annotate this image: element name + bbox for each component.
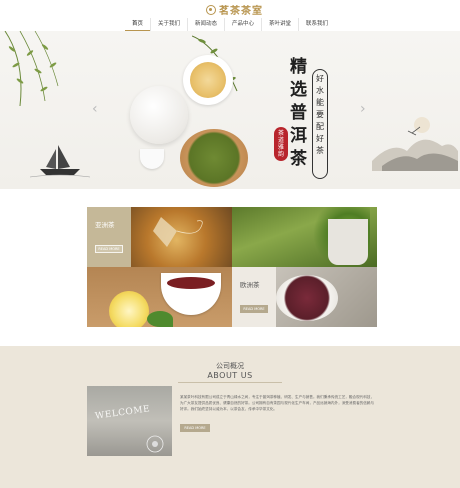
nav-item-news[interactable]: 新闻动态 [188, 18, 224, 31]
nav-item-about[interactable]: 关于我们 [151, 18, 187, 31]
welcome-text: WELCOME [94, 404, 151, 422]
header: 茗茶茶室 首页 关于我们 新闻动态 产品中心 茶叶讲堂 联系我们 [0, 0, 460, 31]
teapot-image [130, 86, 188, 144]
tea-bag-illustration [153, 217, 203, 247]
slogan-char: 茶 [316, 146, 324, 155]
logo-text: 茗茶茶室 [219, 6, 263, 17]
tea-plantation-photo [232, 207, 377, 267]
next-arrow-icon[interactable]: › [360, 101, 366, 117]
lemon-slice-image [109, 291, 149, 327]
nav-item-contact[interactable]: 联系我们 [299, 18, 335, 31]
logo-icon [206, 4, 216, 15]
main-nav: 首页 关于我们 新闻动态 产品中心 茶叶讲堂 联系我们 [0, 18, 460, 31]
seal-char: 韵 [277, 151, 284, 158]
slogan-char: 好 [316, 74, 324, 83]
sailboat-illustration [30, 145, 90, 178]
nav-item-products[interactable]: 产品中心 [225, 18, 261, 31]
about-divider [178, 382, 282, 383]
teacup-image [161, 273, 221, 315]
banner-slogan: 好 水 能 要 配 好 茶 [312, 69, 328, 179]
banner-title: 精选普洱茶 [290, 57, 307, 169]
europe-tea-read-more-button[interactable]: READ MORE [240, 305, 268, 313]
flower-tea-photo [276, 267, 377, 327]
tea-cup-photo [131, 207, 232, 267]
about-title-en: ABOUT US [207, 371, 253, 380]
seal-char: 茶 [277, 130, 284, 137]
nav-item-lecture[interactable]: 茶叶讲堂 [262, 18, 298, 31]
asia-tea-read-more-button[interactable]: READ MORE [95, 245, 123, 253]
slogan-char: 要 [316, 110, 324, 119]
slogan-char: 配 [316, 122, 324, 131]
plant-pot-image [328, 219, 368, 265]
nav-item-home[interactable]: 首页 [124, 18, 150, 31]
europe-tea-title: 欧洲茶 [240, 281, 260, 289]
mountain-illustration [372, 117, 458, 171]
slogan-char: 水 [316, 86, 324, 95]
red-seal-stamp: 茶 道 雅 韵 [274, 127, 288, 161]
logo[interactable]: 茗茶茶室 [206, 2, 263, 17]
about-image: WELCOME [87, 386, 172, 456]
product-grid: 亚洲茶 READ MORE 欧洲茶 READ MORE [87, 207, 377, 327]
about-section: 公司概况 ABOUT US WELCOME 某某茶叶科技有限公司成立于青山绿水之… [0, 346, 460, 488]
seal-char: 道 [277, 137, 284, 144]
teacup-image [140, 149, 164, 169]
lemon-tea-photo [87, 267, 232, 327]
mint-leaf-image [147, 311, 173, 327]
flower-decoration-icon [146, 435, 164, 453]
asia-tea-title: 亚洲茶 [95, 221, 115, 229]
slogan-char: 能 [316, 98, 324, 107]
about-read-more-button[interactable]: READ MORE [180, 424, 210, 432]
flower-bowl-image [276, 275, 338, 321]
tea-leaves-image [180, 129, 248, 187]
prev-arrow-icon[interactable]: ‹ [92, 101, 98, 117]
hero-banner: ‹ › 精选普洱茶 好 水 能 要 配 好 茶 茶 道 雅 韵 [0, 31, 460, 189]
willow-branch-illustration [4, 31, 59, 107]
tea-bowl-image [183, 55, 233, 105]
asia-tea-tile[interactable]: 亚洲茶 READ MORE [87, 207, 131, 267]
slogan-char: 好 [316, 134, 324, 143]
about-description: 某某茶叶科技有限公司成立于青山绿水之间，专注于普洱茶种植、研发、生产与销售。我们… [180, 395, 375, 411]
about-title-cn: 公司概况 [216, 362, 244, 370]
europe-tea-tile[interactable]: 欧洲茶 READ MORE [232, 267, 276, 327]
seal-char: 雅 [277, 144, 284, 151]
